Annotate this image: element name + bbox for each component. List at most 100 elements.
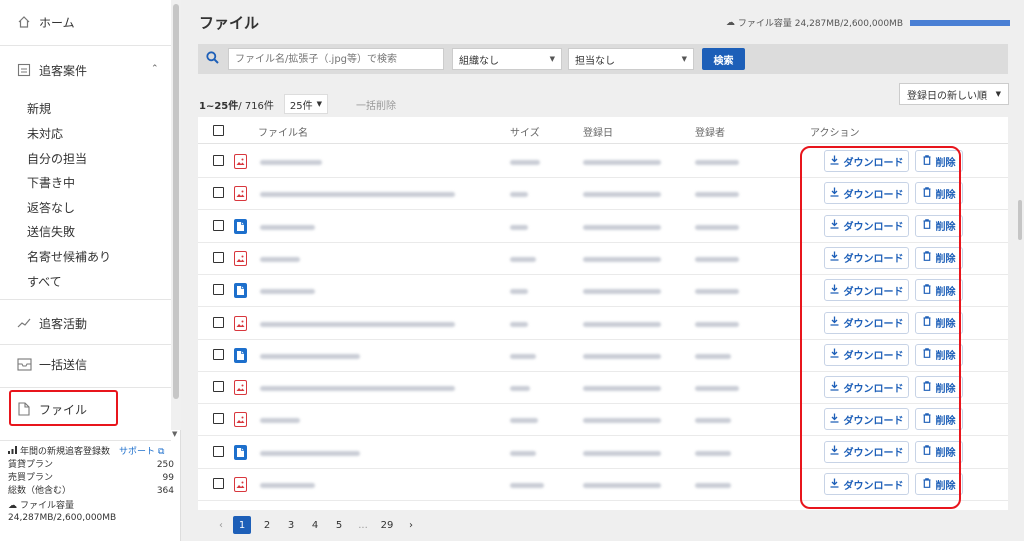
page-title: ファイル xyxy=(199,14,260,32)
image-file-icon xyxy=(234,380,247,396)
file-date-redacted xyxy=(583,450,661,456)
file-date-redacted xyxy=(583,289,661,295)
owner-select-value: 担当なし xyxy=(575,55,615,67)
file-name-redacted xyxy=(260,450,360,456)
nav-bulk-send[interactable]: 一括送信 xyxy=(0,352,171,376)
sidebar-scroll-thumb[interactable] xyxy=(173,4,179,399)
file-size-redacted xyxy=(510,418,538,424)
page-ellipsis: ... xyxy=(358,519,368,531)
sub-item-unhandled[interactable]: 未対応 xyxy=(27,125,63,142)
case-icon xyxy=(16,62,32,78)
file-date-redacted xyxy=(583,386,661,392)
page-link[interactable]: 2 xyxy=(255,520,279,531)
file-date-redacted xyxy=(583,256,661,262)
row-checkbox[interactable] xyxy=(213,251,224,263)
file-registrant-redacted xyxy=(695,224,739,230)
page-link[interactable]: 4 xyxy=(303,520,327,531)
row-checkbox[interactable] xyxy=(213,445,224,457)
file-name-redacted xyxy=(260,192,455,198)
document-file-icon xyxy=(234,347,247,363)
nav-home[interactable]: ホーム xyxy=(0,10,171,34)
row-checkbox[interactable] xyxy=(213,316,224,328)
row-checkbox[interactable] xyxy=(213,381,224,393)
org-select[interactable]: 組織なし ▼ xyxy=(452,48,562,70)
sub-item-draft[interactable]: 下書き中 xyxy=(27,174,75,191)
page-link-last[interactable]: 29 xyxy=(375,520,399,531)
activity-icon xyxy=(16,315,32,331)
next-page-button[interactable]: › xyxy=(399,520,423,531)
file-name-redacted xyxy=(260,386,455,392)
file-size-redacted xyxy=(510,353,536,359)
cloud-icon: ☁ xyxy=(725,17,735,28)
prev-page-button[interactable]: ‹ xyxy=(209,520,233,531)
sort-select[interactable]: 登録日の新しい順 ▼ xyxy=(899,83,1009,105)
search-input[interactable] xyxy=(228,48,444,70)
image-file-icon xyxy=(234,412,247,428)
file-size-redacted xyxy=(510,386,530,392)
page-link[interactable]: 5 xyxy=(327,520,351,531)
per-page-value: 25件 xyxy=(289,100,313,112)
row-checkbox[interactable] xyxy=(213,155,224,166)
pagination: ‹ 1 2 3 4 5 ... 29 › xyxy=(209,516,423,534)
page-link[interactable]: 3 xyxy=(279,520,303,531)
stats-heading: 年間の新規追客登録数 xyxy=(20,447,111,457)
file-registrant-redacted xyxy=(695,192,739,198)
document-file-icon xyxy=(234,218,247,234)
mail-icon xyxy=(16,356,32,372)
actions-highlight-box xyxy=(800,146,961,509)
annual-stats: 年間の新規追客登録数 サポート ⧉ 賃貸プラン 250 売買プラン 99 総数（他含… xyxy=(8,446,174,525)
owner-select[interactable]: 担当なし ▼ xyxy=(568,48,694,70)
file-name-redacted xyxy=(260,418,300,424)
caret-down-icon: ▼ xyxy=(549,55,555,63)
page-current[interactable]: 1 xyxy=(233,516,251,534)
files-highlight-box xyxy=(9,390,118,426)
file-registrant-redacted xyxy=(695,256,739,262)
file-registrant-redacted xyxy=(695,353,731,359)
nav-followup-activity[interactable]: 追客活動 xyxy=(0,311,171,335)
image-file-icon xyxy=(234,315,247,331)
storage-value: 24,287MB/2,600,000MB xyxy=(8,513,117,523)
file-registrant-redacted xyxy=(695,386,739,392)
search-button[interactable]: 検索 xyxy=(702,48,745,70)
image-file-icon xyxy=(234,250,247,266)
bar-chart-icon xyxy=(8,446,17,459)
sidebar-scrollbar[interactable]: ▼ xyxy=(171,0,181,438)
nav-followup-cases-label: 追客案件 xyxy=(39,63,88,78)
file-name-redacted xyxy=(260,256,300,262)
file-name-redacted xyxy=(260,483,315,488)
row-checkbox[interactable] xyxy=(213,413,224,425)
row-checkbox[interactable] xyxy=(213,284,224,296)
file-size-redacted xyxy=(510,483,544,488)
file-size-redacted xyxy=(510,289,528,295)
file-name-redacted xyxy=(260,353,360,359)
row-checkbox[interactable] xyxy=(213,348,224,360)
support-link[interactable]: サポート xyxy=(119,446,155,459)
nav-followup-activity-label: 追客活動 xyxy=(39,316,88,331)
per-page-select[interactable]: 25件 ▼ xyxy=(283,94,329,114)
col-date: 登録日 xyxy=(583,128,613,139)
home-icon xyxy=(16,14,32,30)
sub-item-send-failed[interactable]: 送信失敗 xyxy=(27,223,75,240)
main-scrollbar[interactable] xyxy=(1018,200,1022,240)
nav-followup-cases[interactable]: 追客案件 xyxy=(0,58,171,82)
external-link-icon: ⧉ xyxy=(158,447,165,457)
chevron-up-icon[interactable]: ⌃ xyxy=(151,64,159,74)
file-size-redacted xyxy=(510,160,540,165)
sub-item-mine[interactable]: 自分の担当 xyxy=(27,150,87,167)
row-checkbox[interactable] xyxy=(213,187,224,199)
file-registrant-redacted xyxy=(695,160,739,165)
sub-item-new[interactable]: 新規 xyxy=(27,100,51,117)
sub-item-merge-candidates[interactable]: 名寄せ候補あり xyxy=(27,248,111,265)
file-date-redacted xyxy=(583,418,661,424)
sub-item-no-reply[interactable]: 返答なし xyxy=(27,199,75,216)
bulk-delete-button[interactable]: 一括削除 xyxy=(356,97,396,112)
scroll-down-arrow-icon[interactable]: ▼ xyxy=(172,430,177,438)
sub-item-all[interactable]: すべて xyxy=(27,273,62,290)
select-all-checkbox[interactable] xyxy=(213,125,224,136)
row-checkbox[interactable] xyxy=(213,478,224,489)
file-size-redacted xyxy=(510,192,528,198)
row-checkbox[interactable] xyxy=(213,219,224,231)
file-size-redacted xyxy=(510,450,536,456)
file-size-redacted xyxy=(510,256,536,262)
nav-bulk-send-label: 一括送信 xyxy=(39,357,88,372)
